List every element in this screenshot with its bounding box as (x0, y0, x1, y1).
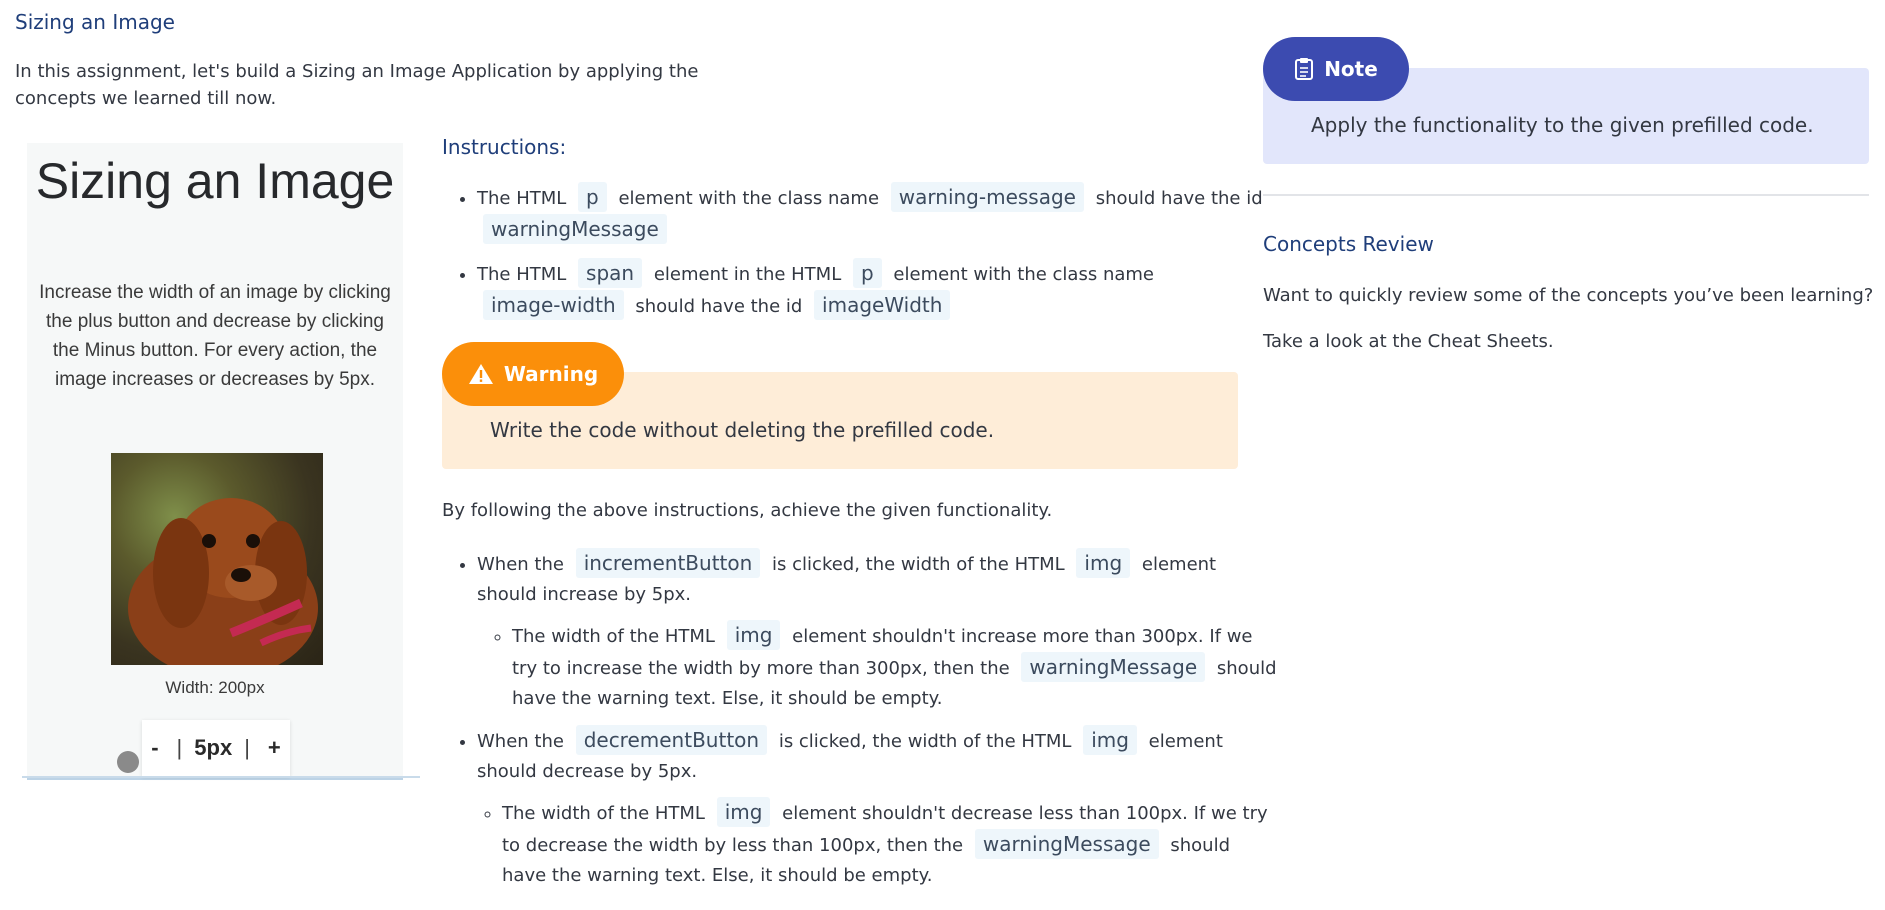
warning-label: Warning (503, 362, 599, 386)
section-divider (1263, 194, 1869, 196)
dog-illustration (128, 498, 318, 665)
instructions-list: The HTML p element with the class name w… (442, 182, 1277, 334)
list-item: When the incrementButton is clicked, the… (477, 548, 1277, 714)
preview-heading: Sizing an Image (35, 153, 395, 209)
list-text: element with the class name (618, 188, 880, 209)
warning-triangle-icon (468, 364, 493, 384)
sub-list-item: The width of the HTML img element should… (512, 620, 1277, 714)
list-text: When the (477, 554, 564, 575)
separator: | (244, 735, 250, 760)
concepts-title: Concepts Review (1263, 232, 1434, 256)
image-width-text: Width: 200px (165, 678, 265, 697)
code-snippet: warningMessage (483, 214, 667, 244)
code-snippet: img (716, 797, 771, 827)
functionality-list: When the decrementButton is clicked, the… (442, 725, 1277, 891)
separator: | (176, 735, 183, 760)
list-text: The HTML (477, 188, 567, 209)
list-item: When the decrementButton is clicked, the… (477, 725, 1277, 891)
list-text: should have the id (635, 296, 803, 317)
code-snippet: warningMessage (974, 829, 1159, 859)
code-snippet: incrementButton (575, 548, 761, 578)
code-snippet: imageWidth (814, 290, 951, 320)
slider-handle[interactable] (117, 751, 139, 773)
note-text: Apply the functionality to the given pre… (1311, 113, 1814, 137)
code-snippet: warning-message (890, 182, 1084, 212)
code-snippet: image-width (483, 290, 624, 320)
code-snippet: warningMessage (1021, 652, 1206, 682)
list-text: is clicked, the width of the HTML (772, 554, 1065, 575)
list-text: The HTML (477, 264, 567, 285)
size-controls: - | 5px | + (142, 720, 290, 776)
note-badge: Note (1263, 37, 1409, 101)
code-snippet: p (578, 182, 607, 212)
page-title: Sizing an Image (15, 10, 175, 34)
functionality-list: When the incrementButton is clicked, the… (442, 548, 1277, 714)
dog-image (111, 453, 323, 665)
preview-description: Increase the width of an image by clicki… (39, 282, 391, 390)
code-snippet: p (852, 258, 882, 288)
sub-list-item: The width of the HTML img element should… (502, 797, 1277, 891)
increment-button[interactable]: + (262, 735, 287, 761)
clipboard-icon (1295, 58, 1314, 80)
list-text: element in the HTML (653, 264, 842, 285)
instructions-title: Instructions: (442, 135, 567, 159)
intro-text: In this assignment, let's build a Sizing… (15, 61, 699, 109)
code-snippet: span (578, 258, 643, 288)
list-item: The HTML p element with the class name w… (477, 182, 1277, 246)
step-value: 5px (194, 735, 233, 760)
list-item: The HTML span element in the HTML p elem… (477, 258, 1277, 322)
warning-badge: Warning (442, 342, 624, 406)
list-text: should have the id (1095, 188, 1263, 209)
concepts-link-text[interactable]: Take a look at the Cheat Sheets. (1263, 331, 1554, 352)
code-snippet: decrementButton (575, 725, 768, 755)
decrement-button[interactable]: - (145, 735, 164, 761)
note-label: Note (1324, 57, 1378, 81)
warning-text: Write the code without deleting the pref… (490, 418, 995, 442)
sub-list: The width of the HTML img element should… (477, 797, 1277, 891)
list-text: The width of the HTML (502, 803, 705, 824)
preview-divider (22, 776, 420, 778)
list-text: is clicked, the width of the HTML (778, 731, 1072, 752)
list-text: The width of the HTML (512, 626, 715, 647)
code-snippet: img (1083, 725, 1137, 755)
concepts-text: Want to quickly review some of the conce… (1263, 285, 1874, 306)
list-text: When the (477, 731, 564, 752)
sub-list: The width of the HTML img element should… (477, 620, 1277, 714)
app-preview: Sizing an Image Increase the width of an… (27, 143, 403, 780)
code-snippet: img (726, 620, 781, 650)
list-text: element with the class name (893, 264, 1154, 285)
code-snippet: img (1076, 548, 1131, 578)
functionality-intro: By following the above instructions, ach… (442, 500, 1053, 521)
